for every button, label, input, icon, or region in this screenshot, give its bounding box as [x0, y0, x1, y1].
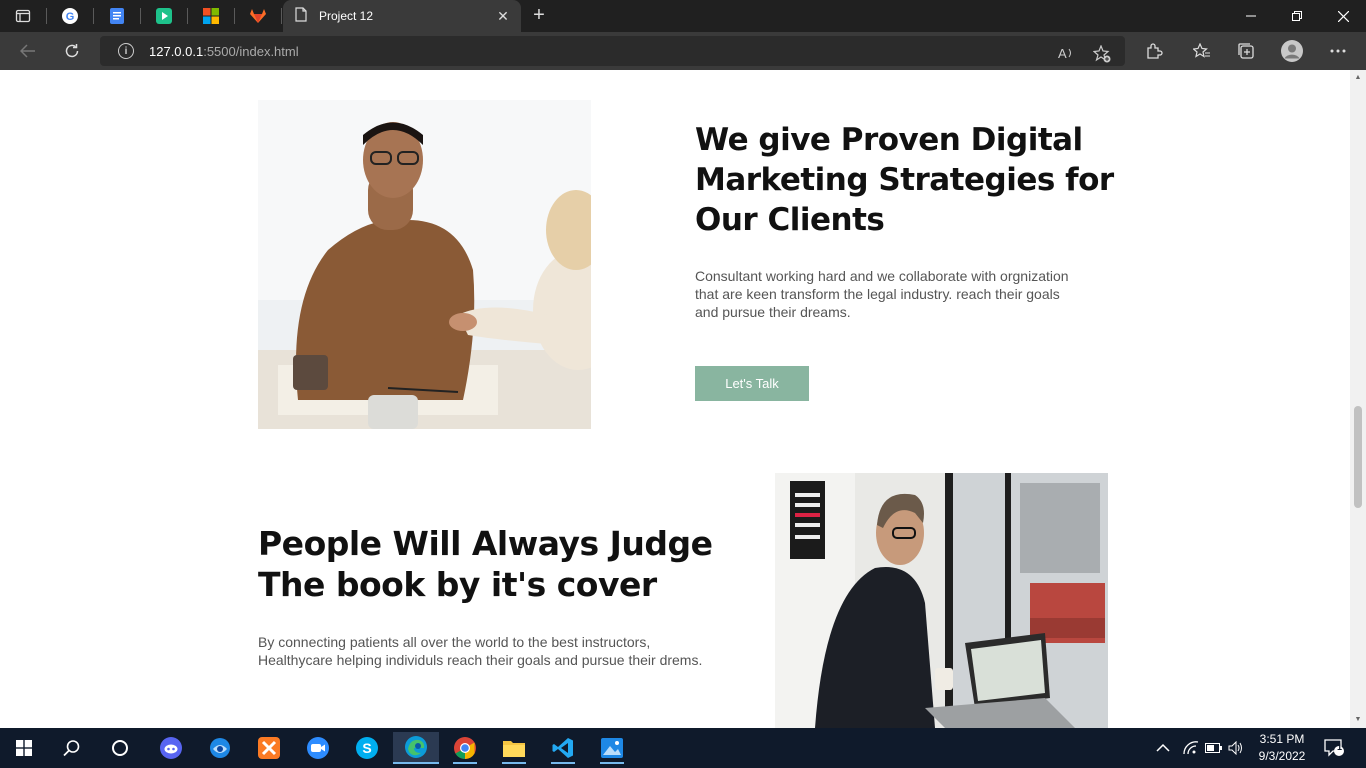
chrome-icon[interactable] [445, 732, 485, 764]
tab-separator [281, 8, 282, 24]
minimize-button[interactable] [1228, 0, 1274, 32]
google-tab-icon[interactable]: G [59, 5, 81, 27]
browser-toolbar: i 127.0.0.1:5500/index.html A [0, 32, 1366, 70]
scroll-down-arrow-icon[interactable]: ▼ [1354, 716, 1362, 724]
wifi-icon[interactable] [1183, 728, 1199, 768]
running-indicator [551, 762, 575, 764]
close-window-button[interactable] [1320, 0, 1366, 32]
tab-separator [93, 8, 94, 24]
notification-count: 1 [1336, 742, 1342, 752]
battery-icon[interactable] [1205, 728, 1223, 768]
tab-actions-icon[interactable] [12, 5, 34, 27]
close-tab-icon[interactable]: ✕ [491, 8, 515, 25]
section1-heading: We give Proven Digital Marketing Strateg… [695, 122, 1114, 238]
tab-title: Project 12 [319, 9, 374, 23]
tab-separator [46, 8, 47, 24]
site-info-icon[interactable]: i [118, 43, 134, 59]
collections-icon[interactable] [1234, 39, 1258, 63]
zoom-icon[interactable] [298, 732, 338, 764]
tab-separator [234, 8, 235, 24]
show-hidden-icons-icon[interactable] [1156, 728, 1170, 768]
tab-strip: G Project 12 ✕ + [0, 0, 1366, 32]
volume-icon[interactable] [1228, 728, 1244, 768]
running-indicator [600, 762, 624, 764]
search-icon[interactable] [52, 732, 92, 764]
read-aloud-icon[interactable]: A [1056, 45, 1076, 65]
taskbar-clock[interactable]: 3:51 PM 9/3/2022 [1252, 731, 1312, 765]
profile-avatar[interactable] [1280, 39, 1304, 63]
photos-icon[interactable] [592, 732, 632, 764]
address-bar[interactable]: i 127.0.0.1:5500/index.html A [100, 36, 1125, 66]
scroll-thumb[interactable] [1354, 406, 1362, 508]
handshake-photo [258, 100, 591, 429]
cortana-icon[interactable] [100, 732, 140, 764]
scroll-up-arrow-icon[interactable]: ▲ [1354, 74, 1362, 82]
file-explorer-blue-icon[interactable] [200, 732, 240, 764]
svg-text:A: A [1058, 46, 1067, 61]
file-explorer-icon[interactable] [494, 732, 534, 764]
xampp-icon[interactable] [249, 732, 289, 764]
media-player-tab-icon[interactable] [153, 5, 175, 27]
svg-text:G: G [66, 11, 75, 23]
tab-separator [140, 8, 141, 24]
start-button[interactable] [4, 732, 44, 764]
more-menu-icon[interactable] [1326, 39, 1350, 63]
back-arrow-icon[interactable] [16, 39, 40, 63]
web-page: We give Proven Digital Marketing Strateg… [0, 70, 1350, 728]
skype-icon[interactable]: S [347, 732, 387, 764]
clock-time: 3:51 PM [1259, 732, 1305, 746]
svg-text:S: S [362, 740, 371, 756]
section2-heading: People Will Always Judge The book by it'… [258, 524, 713, 604]
man-with-laptop-photo [775, 473, 1108, 728]
lets-talk-button[interactable]: Let's Talk [695, 366, 809, 401]
google-docs-tab-icon[interactable] [106, 5, 128, 27]
tab-separator [187, 8, 188, 24]
new-tab-button[interactable]: + [528, 4, 550, 26]
tab-project-12[interactable]: Project 12 ✕ [283, 0, 521, 32]
notifications-icon[interactable]: 1 [1324, 728, 1346, 768]
edge-browser-icon[interactable] [393, 732, 439, 764]
refresh-icon[interactable] [60, 39, 84, 63]
url-text[interactable]: 127.0.0.1:5500/index.html [149, 44, 299, 59]
favorites-icon[interactable] [1190, 39, 1214, 63]
section1-body: Consultant working hard and we collabora… [695, 268, 1069, 320]
microsoft-tab-icon[interactable] [200, 5, 222, 27]
restore-button[interactable] [1274, 0, 1320, 32]
extensions-icon[interactable] [1142, 39, 1166, 63]
add-favorite-icon[interactable] [1092, 44, 1112, 65]
page-scrollbar[interactable]: ▲ ▼ [1350, 70, 1366, 728]
running-indicator [453, 762, 477, 764]
clock-date: 9/3/2022 [1258, 749, 1306, 763]
discord-icon[interactable] [151, 732, 191, 764]
vscode-icon[interactable] [543, 732, 583, 764]
section2-body: By connecting patients all over the worl… [258, 634, 703, 668]
gitlab-tab-icon[interactable] [247, 5, 269, 27]
windows-taskbar: S 3:51 PM 9/3/2022 1 [0, 728, 1366, 768]
running-indicator [502, 762, 526, 764]
page-icon [295, 7, 307, 25]
